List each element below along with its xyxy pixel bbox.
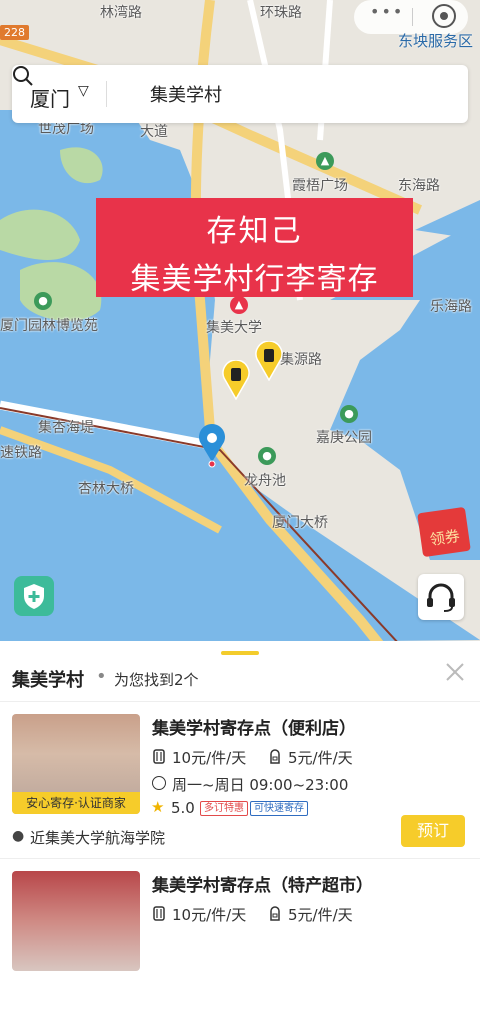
storage-pin-icon[interactable]	[222, 360, 250, 400]
map-label-longzhou: 龙舟池	[244, 473, 286, 489]
map-label-service-area: 东坱服务区	[398, 32, 474, 50]
backpack-icon	[270, 749, 280, 764]
certified-tag: 安心寄存·认证商家	[12, 792, 140, 814]
chevron-down-icon[interactable]: ▽	[78, 83, 89, 99]
road-shield: 228	[0, 25, 29, 40]
park-icon: ▲	[316, 152, 334, 170]
backpack-icon	[270, 906, 280, 921]
store-photo	[12, 871, 140, 971]
large-luggage-icon	[153, 906, 165, 921]
miniprogram-capsule[interactable]: •••	[354, 0, 468, 34]
coupon-button[interactable]: 领券	[417, 506, 471, 558]
map-view[interactable]: 228 ••• 东坱服务区 世茂广场 大道 林湾路 环珠路 ▲ 霞梧广场 东海路…	[0, 0, 480, 645]
star-icon: ★	[151, 798, 165, 816]
garden-icon: ●	[34, 292, 52, 310]
promo-banner: 存知己 集美学村行李寄存	[96, 198, 413, 297]
university-icon: ▲	[230, 296, 248, 314]
current-location-icon	[199, 424, 225, 468]
map-label-xiamen-bridge: 厦门大桥	[272, 515, 328, 531]
discount-badge: 多订特惠	[200, 801, 248, 816]
map-label-xinglin: 杏林大桥	[78, 481, 134, 497]
map-label-jiyuan: 集源路	[280, 352, 322, 368]
map-label-dadao: 大道	[140, 124, 168, 140]
map-label-yugu: 林湾路	[100, 5, 142, 21]
opening-hours: 周一~周日 09:00~23:00	[172, 776, 349, 794]
store-name: 集美学村寄存点（便利店）	[152, 719, 356, 739]
map-label-lehai: 乐海路	[430, 299, 472, 315]
more-icon[interactable]: •••	[370, 2, 404, 21]
store-address: 近集美大学航海学院	[30, 829, 166, 847]
results-count: 为您找到2个	[114, 671, 199, 689]
price-small: 5元/件/天	[288, 749, 353, 767]
map-label-sea-road: 东海路	[398, 178, 440, 194]
banner-brand: 存知己	[206, 214, 303, 249]
rating: 5.0	[171, 799, 195, 817]
price-large: 10元/件/天	[172, 749, 247, 767]
city-selector[interactable]: 厦门	[30, 83, 70, 112]
book-button[interactable]: 预订	[401, 815, 465, 847]
customer-service-button[interactable]	[418, 574, 464, 620]
safety-shield-icon[interactable]	[14, 576, 54, 616]
capsule-divider	[412, 8, 413, 26]
price-small: 5元/件/天	[288, 906, 353, 924]
close-miniprogram-icon[interactable]	[432, 4, 456, 28]
close-icon[interactable]	[444, 661, 466, 683]
price-large: 10元/件/天	[172, 906, 247, 924]
longzhou-icon: ●	[258, 447, 276, 465]
banner-title: 集美学村行李寄存	[130, 262, 379, 297]
location-icon: ●	[12, 828, 25, 844]
headset-icon	[427, 583, 455, 612]
search-icon	[13, 66, 33, 86]
results-separator: •	[96, 666, 107, 687]
store-card[interactable]: 集美学村寄存点（特产超市） 10元/件/天 5元/件/天	[0, 859, 480, 1015]
sheet-handle[interactable]	[221, 651, 259, 655]
search-input[interactable]	[148, 82, 432, 105]
store-name: 集美学村寄存点（特产超市）	[152, 876, 373, 896]
map-label-jiaxing: 嘉庚公园	[316, 430, 372, 446]
map-label-plaza: 霞梧广场	[292, 178, 348, 194]
search-bar: 厦门 ▽	[12, 65, 468, 123]
results-header: 集美学村 • 为您找到2个	[0, 661, 480, 702]
map-label-garden: 厦门园林博览苑	[0, 318, 98, 334]
results-title: 集美学村	[12, 670, 84, 691]
jiaxing-park-icon: ●	[340, 405, 358, 423]
map-label-huanzhu: 环珠路	[260, 5, 302, 21]
store-photo: 安心寄存·认证商家	[12, 714, 140, 814]
search-divider	[106, 81, 107, 107]
results-sheet: 集美学村 • 为您找到2个 安心寄存·认证商家 集美学村寄存点（便利店） 10元…	[0, 641, 480, 971]
store-card[interactable]: 安心寄存·认证商家 集美学村寄存点（便利店） 10元/件/天 5元/件/天 周一…	[0, 702, 480, 859]
map-label-railway: 速铁路	[0, 445, 42, 461]
fast-storage-badge: 可快速寄存	[250, 801, 308, 816]
storage-pin-icon[interactable]	[255, 341, 283, 381]
large-luggage-icon	[153, 749, 165, 764]
clock-icon	[152, 776, 166, 790]
map-label-university: 集美大学	[206, 320, 262, 336]
map-label-jixing: 集杏海堤	[38, 420, 94, 436]
